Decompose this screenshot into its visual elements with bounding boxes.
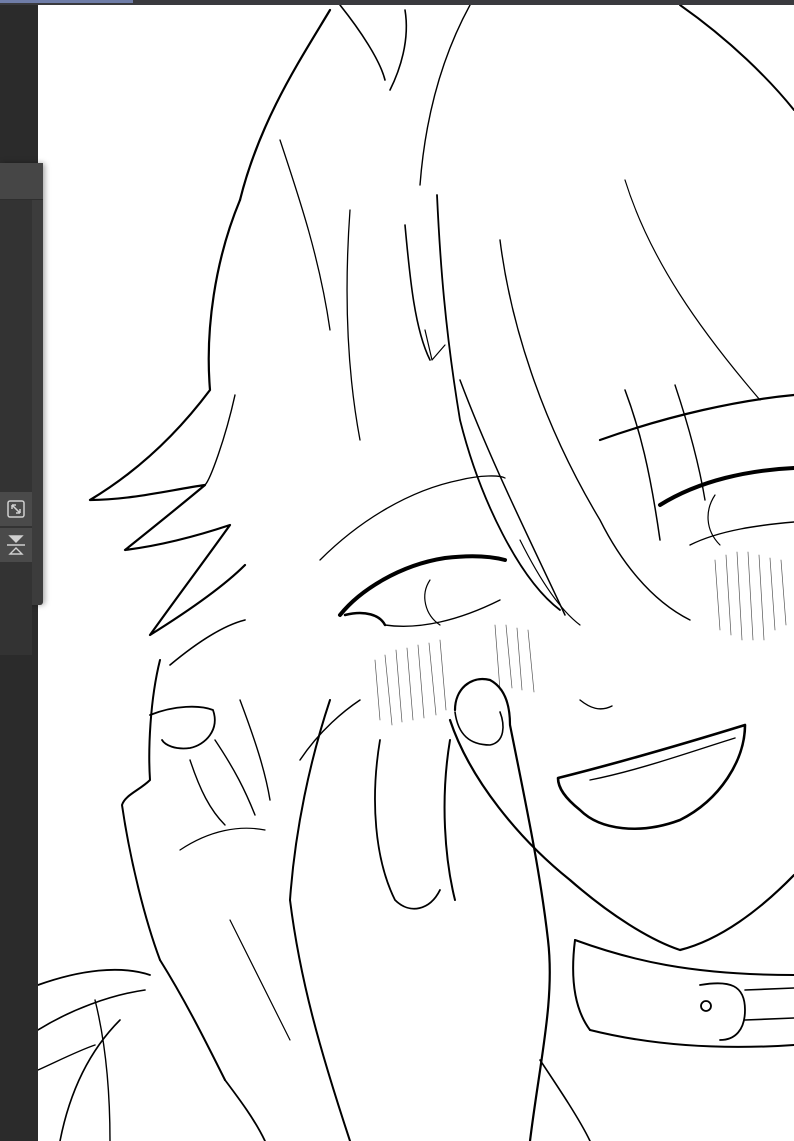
drawing-canvas[interactable] (38, 5, 794, 1141)
flip-vertical-icon (6, 534, 26, 556)
resize-icon (6, 499, 26, 519)
flip-vertical-button[interactable] (0, 528, 32, 562)
line-art (38, 5, 794, 1141)
palette-header[interactable] (0, 163, 43, 200)
resize-button[interactable] (0, 492, 32, 526)
floating-tool-palette (0, 163, 43, 655)
palette-body (0, 200, 32, 655)
active-document-tab[interactable] (0, 0, 133, 3)
